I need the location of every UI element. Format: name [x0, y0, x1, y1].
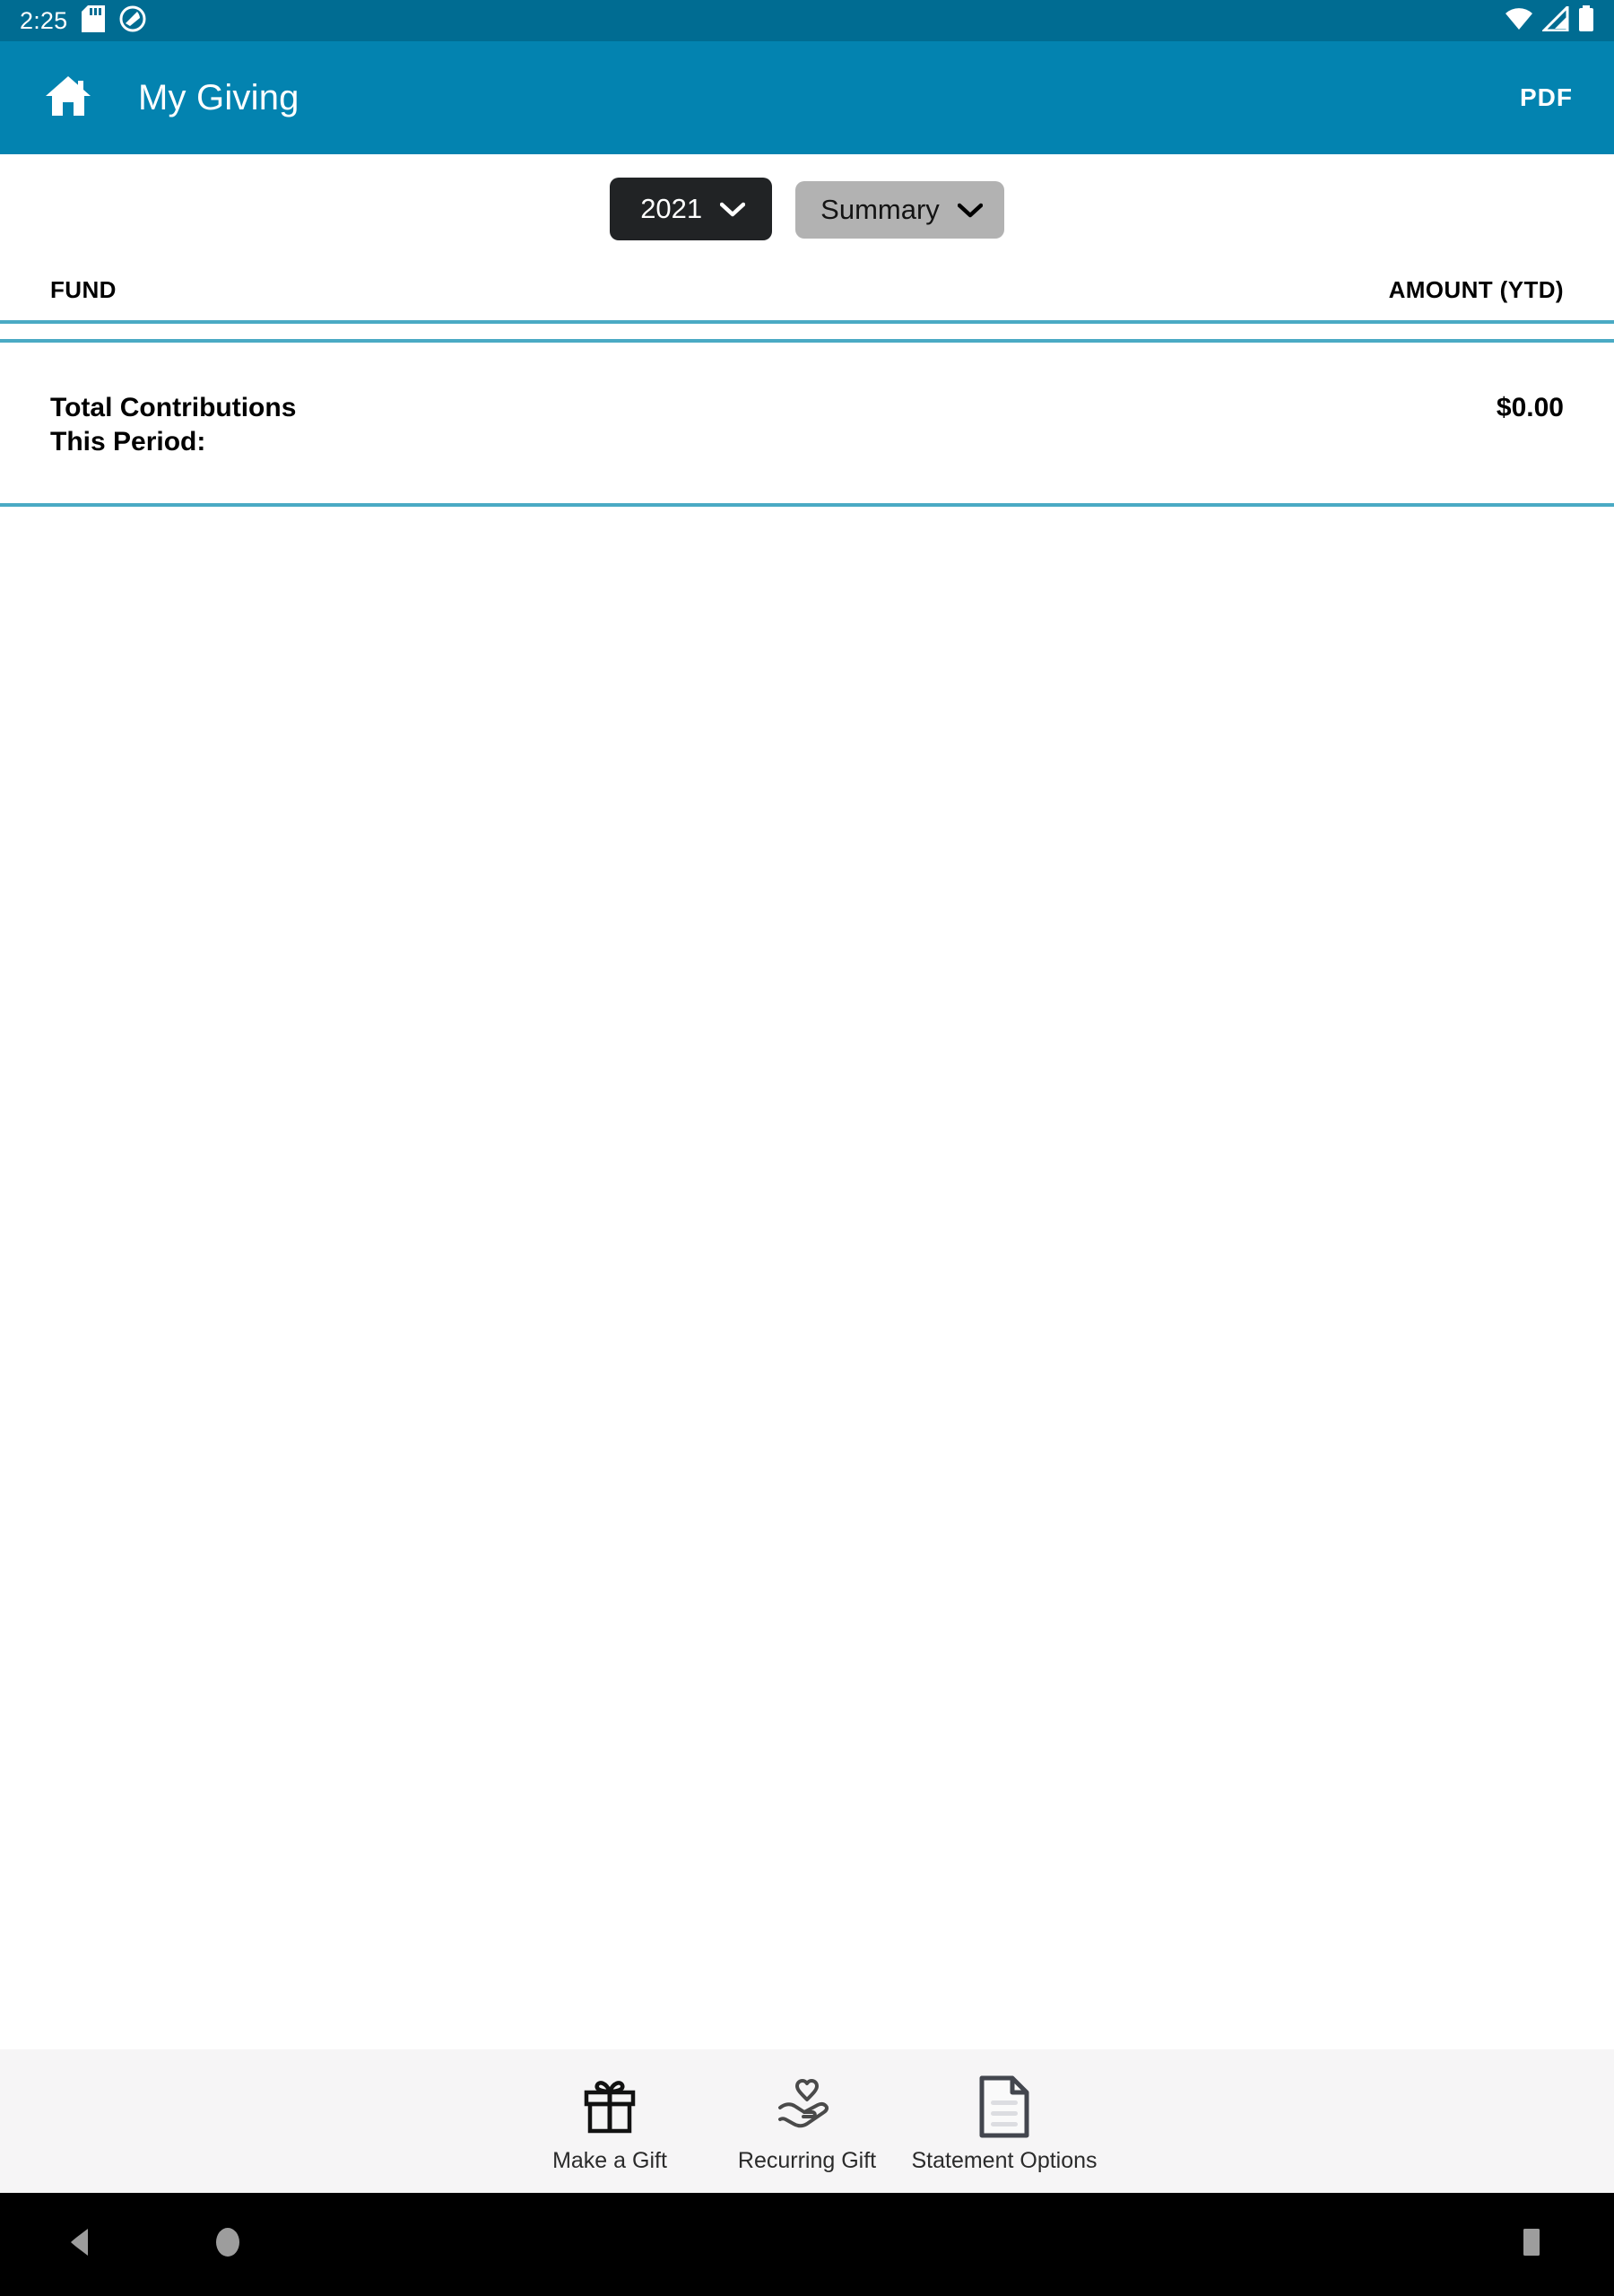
square-recents-icon[interactable]	[1521, 2228, 1542, 2261]
app-screen: 2:25 My Giving PDF 2021 Summary FUND AMO…	[0, 0, 1614, 2296]
home-button[interactable]	[39, 69, 97, 126]
chevron-down-icon	[957, 194, 984, 226]
column-header-amount: AMOUNT (YTD)	[1388, 276, 1564, 303]
total-label-line-2: This Period:	[50, 427, 206, 457]
total-label-line-1: Total Contributions	[50, 393, 297, 422]
cellular-signal-icon	[1540, 3, 1569, 36]
android-system-nav	[0, 2193, 1614, 2296]
nav-item-statement-options[interactable]: Statement Options	[906, 2069, 1103, 2174]
total-contributions-row: Total Contributions This Period: $0.00	[0, 343, 1614, 503]
document-icon	[978, 2074, 1030, 2139]
nav-label-make-a-gift: Make a Gift	[552, 2147, 667, 2173]
column-header-fund: FUND	[50, 276, 117, 303]
view-dropdown-label: Summary	[820, 194, 940, 225]
sd-card-icon	[82, 4, 106, 37]
status-bar-right	[1505, 3, 1594, 37]
wifi-icon	[1505, 6, 1533, 36]
filter-row: 2021 Summary	[0, 154, 1614, 255]
status-bar-left: 2:25	[20, 4, 146, 37]
gift-icon	[581, 2074, 638, 2139]
chevron-down-icon	[719, 193, 746, 225]
status-bar: 2:25	[0, 0, 1614, 41]
battery-icon	[1578, 4, 1594, 37]
home-icon	[44, 74, 92, 123]
app-bar: My Giving PDF	[0, 41, 1614, 154]
nav-label-statement-options: Statement Options	[911, 2147, 1098, 2173]
view-dropdown[interactable]: Summary	[795, 181, 1004, 239]
table-empty-body	[0, 506, 1614, 2049]
total-contributions-amount: $0.00	[1496, 393, 1564, 422]
giving-table: FUND AMOUNT (YTD) Total Contributions Th…	[0, 255, 1614, 2049]
bottom-navigation: Make a Gift Recurring Gift Statement Opt…	[0, 2049, 1614, 2193]
table-empty-rows	[0, 324, 1614, 339]
do-not-disturb-icon	[119, 5, 146, 37]
status-time: 2:25	[20, 6, 68, 34]
pdf-button[interactable]: PDF	[1509, 71, 1584, 125]
page-title: My Giving	[138, 77, 299, 117]
circle-home-icon[interactable]	[213, 2227, 242, 2262]
nav-item-recurring-gift[interactable]: Recurring Gift	[708, 2069, 906, 2174]
hand-heart-icon	[775, 2074, 839, 2139]
year-dropdown-label: 2021	[640, 193, 703, 224]
nav-label-recurring-gift: Recurring Gift	[737, 2147, 877, 2173]
total-contributions-label: Total Contributions This Period:	[50, 391, 296, 460]
table-header-row: FUND AMOUNT (YTD)	[0, 255, 1614, 320]
triangle-back-icon[interactable]	[68, 2227, 91, 2262]
nav-item-make-a-gift[interactable]: Make a Gift	[511, 2069, 708, 2174]
year-dropdown[interactable]: 2021	[610, 178, 773, 240]
